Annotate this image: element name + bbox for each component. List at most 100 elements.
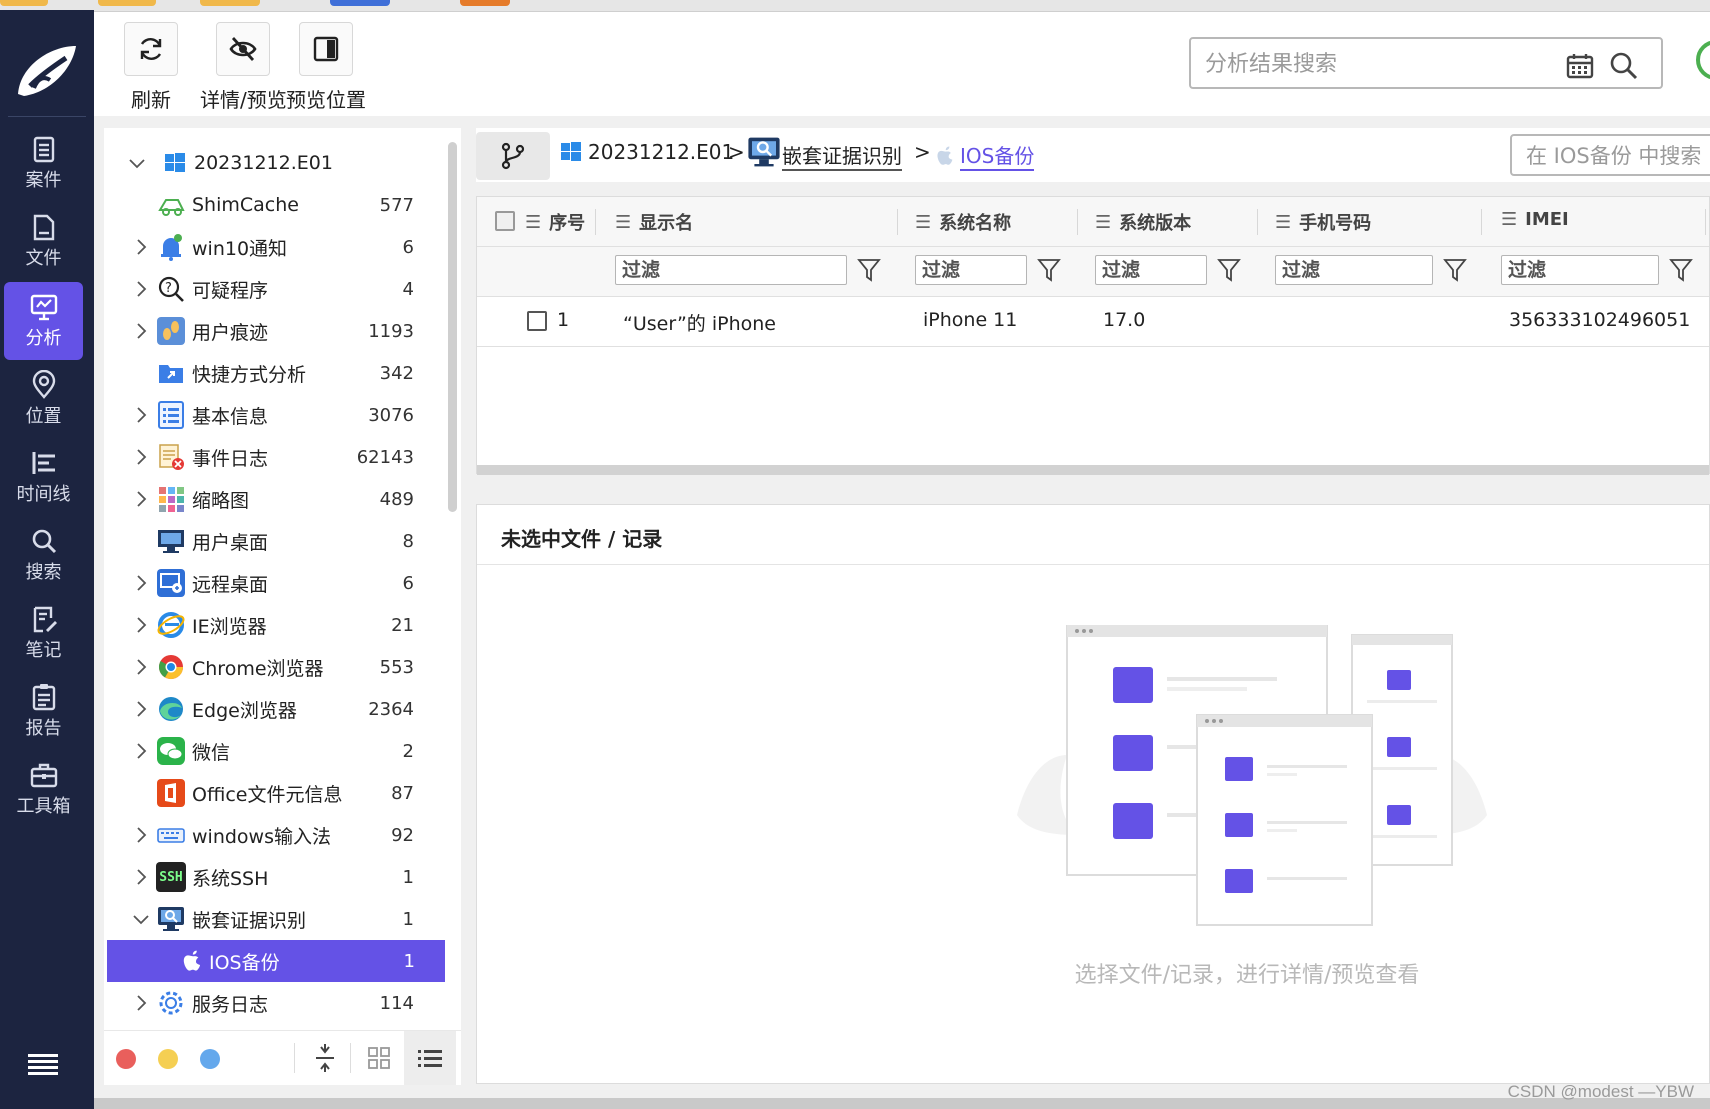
- tree-item[interactable]: Chrome浏览器 553: [104, 646, 444, 688]
- filter-funnel-icon[interactable]: [1669, 257, 1693, 283]
- tree-item[interactable]: 服务日志 114: [104, 982, 444, 1024]
- chevron-right-icon[interactable]: [132, 238, 150, 256]
- analysis-search-input[interactable]: [1205, 49, 1565, 79]
- nav-location[interactable]: 位置: [4, 360, 83, 438]
- breadcrumb-item[interactable]: 20231212.E01: [560, 140, 734, 164]
- chevron-right-icon[interactable]: [132, 700, 150, 718]
- chevron-right-icon[interactable]: [132, 448, 150, 466]
- chevron-down-icon[interactable]: [132, 910, 150, 928]
- column-menu-icon[interactable]: ☰: [915, 212, 931, 233]
- chevron-right-icon[interactable]: [132, 658, 150, 676]
- nav-search[interactable]: 搜索: [4, 516, 83, 594]
- tree-item[interactable]: win10通知 6: [104, 226, 444, 268]
- tree-item[interactable]: ? 可疑程序 4: [104, 268, 444, 310]
- filter-funnel-icon[interactable]: [1443, 257, 1467, 283]
- breadcrumb-item-current[interactable]: IOS备份: [934, 140, 1035, 171]
- nav-case[interactable]: 案件: [4, 124, 83, 202]
- chevron-right-icon[interactable]: [132, 826, 150, 844]
- collapse-expand-icon[interactable]: [310, 1043, 340, 1073]
- column-header[interactable]: ☰ 显示名: [615, 209, 693, 235]
- tree-item[interactable]: 基本信息 3076: [104, 394, 444, 436]
- calendar-icon[interactable]: [1565, 51, 1595, 81]
- chevron-right-icon[interactable]: [132, 280, 150, 298]
- tree-item[interactable]: 用户痕迹 1193: [104, 310, 444, 352]
- column-menu-icon[interactable]: ☰: [1501, 209, 1517, 230]
- nav-file[interactable]: 文件: [4, 202, 83, 280]
- chevron-right-icon[interactable]: [132, 490, 150, 508]
- tree-item[interactable]: 嵌套证据识别 1: [104, 898, 444, 940]
- chevron-right-icon[interactable]: [132, 616, 150, 634]
- search-icon[interactable]: [1609, 51, 1639, 81]
- table-horizontal-scrollbar[interactable]: [477, 465, 1709, 475]
- filter-input-box[interactable]: [1095, 255, 1207, 285]
- analysis-search-box[interactable]: [1189, 37, 1663, 89]
- chevron-right-icon[interactable]: [132, 994, 150, 1012]
- nav-notes[interactable]: 笔记: [4, 594, 83, 672]
- tree-item[interactable]: 事件日志 62143: [104, 436, 444, 478]
- nav-toolbox[interactable]: 工具箱: [4, 750, 83, 828]
- chevron-down-icon[interactable]: [128, 154, 146, 172]
- tree-scrollbar[interactable]: [448, 142, 457, 512]
- filter-funnel-icon[interactable]: [1037, 257, 1061, 283]
- tree-item[interactable]: 快捷方式分析 342: [104, 352, 444, 394]
- chevron-right-icon[interactable]: [132, 868, 150, 886]
- column-header[interactable]: ☰ 系统名称: [915, 209, 1011, 235]
- filter-input[interactable]: [916, 256, 1026, 284]
- menu-icon[interactable]: [28, 1052, 58, 1076]
- row-checkbox[interactable]: [527, 311, 547, 331]
- yellow-tag-dot[interactable]: [158, 1049, 178, 1069]
- list-view-button[interactable]: [404, 1031, 456, 1085]
- bell-icon: [156, 232, 186, 262]
- filter-input[interactable]: [1276, 256, 1432, 284]
- filter-input-box[interactable]: [615, 255, 847, 285]
- filter-input-box[interactable]: [1275, 255, 1433, 285]
- chevron-right-icon[interactable]: [132, 322, 150, 340]
- filter-input-box[interactable]: [915, 255, 1027, 285]
- refresh-button[interactable]: 刷新: [124, 22, 178, 113]
- column-header[interactable]: ☰ 手机号码: [1275, 209, 1371, 235]
- scoped-search-input[interactable]: [1526, 142, 1710, 170]
- column-header[interactable]: ☰ 系统版本: [1095, 209, 1191, 235]
- tree-item[interactable]: 用户桌面 8: [104, 520, 444, 562]
- column-menu-icon[interactable]: ☰: [1275, 212, 1291, 233]
- filter-input[interactable]: [616, 256, 846, 284]
- tree-item[interactable]: SSH 系统SSH 1: [104, 856, 444, 898]
- preview-position-button[interactable]: 预览位置: [286, 22, 366, 113]
- tree-item[interactable]: ShimCache 577: [104, 184, 444, 226]
- tree-item[interactable]: windows输入法 92: [104, 814, 444, 856]
- chrome-browser-icon: [156, 652, 186, 682]
- detail-preview-button[interactable]: 详情/预览: [200, 22, 287, 113]
- tree-item-count: 577: [379, 194, 414, 216]
- grid-view-icon[interactable]: [364, 1043, 394, 1073]
- tree-item[interactable]: 远程桌面 6: [104, 562, 444, 604]
- nav-timeline[interactable]: 时间线: [4, 438, 83, 516]
- breadcrumb-item[interactable]: 嵌套证据识别: [746, 132, 902, 171]
- tree-item[interactable]: Edge浏览器 2364: [104, 688, 444, 730]
- tree-item-selected[interactable]: IOS备份 1: [107, 940, 445, 982]
- column-menu-icon[interactable]: ☰: [525, 212, 541, 233]
- column-menu-icon[interactable]: ☰: [615, 212, 631, 233]
- tree-item[interactable]: Office文件元信息 87: [104, 772, 444, 814]
- scoped-search-box[interactable]: [1510, 134, 1710, 176]
- column-menu-icon[interactable]: ☰: [1095, 212, 1111, 233]
- tree-item[interactable]: 缩略图 489: [104, 478, 444, 520]
- chevron-right-icon[interactable]: [132, 742, 150, 760]
- filter-input[interactable]: [1096, 256, 1206, 284]
- nav-report[interactable]: 报告: [4, 672, 83, 750]
- blue-tag-dot[interactable]: [200, 1049, 220, 1069]
- filter-funnel-icon[interactable]: [857, 257, 881, 283]
- select-all-checkbox[interactable]: [495, 211, 515, 231]
- column-header[interactable]: ☰ IMEI: [1501, 209, 1569, 230]
- red-tag-dot[interactable]: [116, 1049, 136, 1069]
- nav-analysis[interactable]: 分析: [4, 282, 83, 360]
- chevron-right-icon[interactable]: [132, 406, 150, 424]
- column-header[interactable]: ☰ 序号: [525, 209, 585, 235]
- chevron-right-icon[interactable]: [132, 574, 150, 592]
- tree-root[interactable]: 20231212.E01: [104, 142, 444, 184]
- filter-input[interactable]: [1502, 256, 1658, 284]
- tree-item[interactable]: 微信 2: [104, 730, 444, 772]
- tree-item[interactable]: IE浏览器 21: [104, 604, 444, 646]
- filter-funnel-icon[interactable]: [1217, 257, 1241, 283]
- branch-toggle-button[interactable]: [476, 132, 550, 180]
- filter-input-box[interactable]: [1501, 255, 1659, 285]
